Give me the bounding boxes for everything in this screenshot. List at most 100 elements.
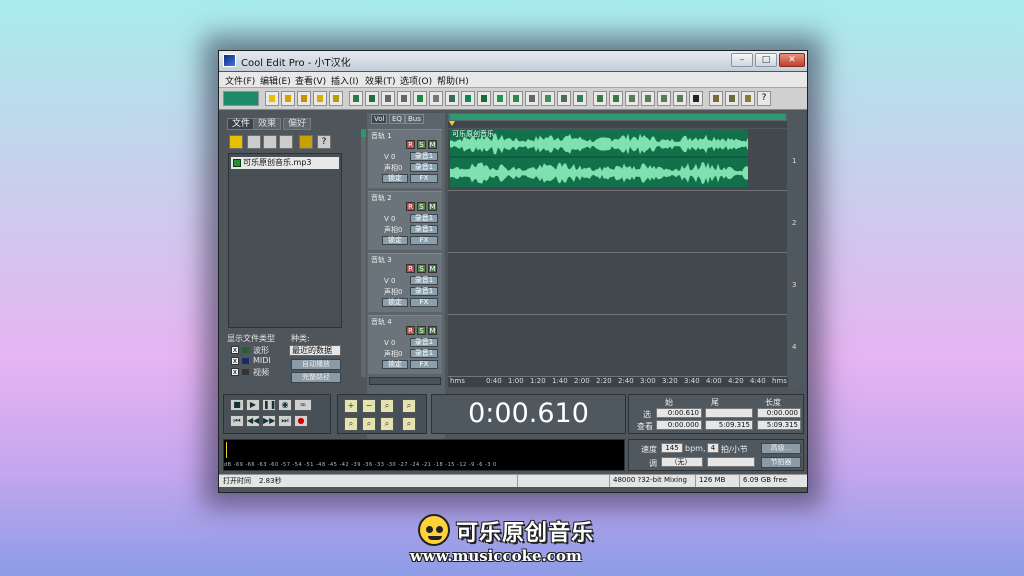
- waveform-mode-button[interactable]: [223, 91, 259, 106]
- input-button[interactable]: 录音1: [410, 214, 438, 223]
- split-icon[interactable]: [493, 91, 507, 106]
- volume-value[interactable]: V 0: [384, 339, 395, 347]
- view-end-field[interactable]: 5:09.315: [705, 420, 753, 430]
- trim-icon[interactable]: [429, 91, 443, 106]
- save-as-icon[interactable]: [313, 91, 327, 106]
- output-button[interactable]: 录音1: [410, 225, 438, 234]
- view-start-field[interactable]: 0:00.000: [656, 420, 702, 430]
- lock-button[interactable]: 锁定: [382, 298, 408, 307]
- mute-button[interactable]: M: [428, 202, 437, 211]
- options-icon[interactable]: [725, 91, 739, 106]
- play-button[interactable]: ▶: [246, 399, 260, 411]
- mute-button[interactable]: M: [428, 264, 437, 273]
- pan-value[interactable]: 声相0: [384, 349, 402, 359]
- close-file-icon[interactable]: [247, 135, 261, 149]
- track-scroll[interactable]: [361, 129, 366, 377]
- solo-button[interactable]: S: [417, 264, 426, 273]
- selection-end-field[interactable]: [705, 408, 753, 418]
- group-icon[interactable]: [541, 91, 555, 106]
- track-panel-scrollbar[interactable]: [369, 377, 441, 385]
- play-file-icon[interactable]: [299, 135, 313, 149]
- zoom-right-icon[interactable]: ⌕: [362, 417, 376, 431]
- output-button[interactable]: 录音1: [410, 349, 438, 358]
- fx-button[interactable]: FX: [410, 298, 438, 307]
- input-button[interactable]: 录音1: [410, 276, 438, 285]
- print-icon[interactable]: [329, 91, 343, 106]
- checkbox-midi[interactable]: x: [231, 357, 239, 365]
- metronome-button[interactable]: 节拍器: [761, 457, 801, 468]
- copy-icon[interactable]: [397, 91, 411, 106]
- brand-url[interactable]: www.musiccoke.com: [410, 547, 582, 565]
- zoom-out-icon[interactable]: −: [362, 399, 376, 413]
- time-select-icon[interactable]: [509, 91, 523, 106]
- fx-button[interactable]: FX: [410, 174, 438, 183]
- edit-file-icon[interactable]: [279, 135, 293, 149]
- scale-select[interactable]: [707, 457, 755, 467]
- audio-clip[interactable]: 可乐原创音乐: [450, 129, 748, 187]
- tempo-field[interactable]: 145: [661, 443, 683, 453]
- go-end-button[interactable]: ⏭: [278, 415, 292, 427]
- loop-icon[interactable]: [477, 91, 491, 106]
- lock-button[interactable]: 锁定: [382, 174, 408, 183]
- snap-icon[interactable]: [461, 91, 475, 106]
- pause-button[interactable]: ❚❚: [262, 399, 276, 411]
- close-button[interactable]: ✕: [779, 53, 805, 67]
- wet-icon[interactable]: [625, 91, 639, 106]
- save-icon[interactable]: [297, 91, 311, 106]
- bass-icon[interactable]: [657, 91, 671, 106]
- envelope-icon[interactable]: [445, 91, 459, 106]
- file-help-icon[interactable]: ?: [317, 135, 331, 149]
- menu-view[interactable]: 查看(V): [295, 74, 326, 87]
- menu-edit[interactable]: 编辑(E): [260, 74, 291, 87]
- tab-effects[interactable]: 效果: [253, 118, 282, 130]
- tab-eq[interactable]: EQ: [389, 114, 405, 124]
- menu-help[interactable]: 帮助(H): [437, 74, 469, 87]
- track-lane-1[interactable]: 可乐原创音乐: [448, 129, 788, 191]
- open-icon[interactable]: [281, 91, 295, 106]
- menu-insert[interactable]: 插入(I): [331, 74, 359, 87]
- tab-favorites[interactable]: 偏好: [283, 118, 312, 130]
- fast-forward-button[interactable]: ▶▶: [262, 415, 276, 427]
- track-scroll-thumb[interactable]: [361, 129, 366, 137]
- normalize-icon[interactable]: [609, 91, 623, 106]
- paste-icon[interactable]: [413, 91, 427, 106]
- zoom-selection-icon[interactable]: ⌕: [380, 417, 394, 431]
- selection-start-field[interactable]: 0:00.610: [656, 408, 702, 418]
- lock-button[interactable]: 锁定: [382, 360, 408, 369]
- track-lane-4[interactable]: [448, 315, 788, 377]
- key-select[interactable]: （无）: [661, 457, 703, 467]
- pan-value[interactable]: 声相0: [384, 287, 402, 297]
- solo-button[interactable]: S: [417, 326, 426, 335]
- record-arm-button[interactable]: R: [406, 202, 415, 211]
- track-lane-3[interactable]: [448, 253, 788, 315]
- solo-button[interactable]: S: [417, 202, 426, 211]
- zoom-full-icon[interactable]: ⌕: [380, 399, 394, 413]
- record-arm-button[interactable]: R: [406, 140, 415, 149]
- phone-icon[interactable]: [573, 91, 587, 106]
- pan-value[interactable]: 声相0: [384, 163, 402, 173]
- device-icon[interactable]: [689, 91, 703, 106]
- lock-button[interactable]: 锁定: [382, 236, 408, 245]
- output-button[interactable]: 录音1: [410, 163, 438, 172]
- tab-vol[interactable]: Vol: [371, 114, 388, 124]
- menu-options[interactable]: 选项(O): [400, 74, 432, 87]
- overview-range[interactable]: [450, 114, 785, 120]
- zoom-left-icon[interactable]: ⌕: [344, 417, 358, 431]
- undo-icon[interactable]: [349, 91, 363, 106]
- volume-value[interactable]: V 0: [384, 215, 395, 223]
- play-to-end-button[interactable]: ◉: [278, 399, 292, 411]
- input-button[interactable]: 录音1: [410, 152, 438, 161]
- time-ruler[interactable]: hms 0:40 1:00 1:20 1:40 2:00 2:20 2:40 3…: [448, 377, 788, 387]
- record-arm-button[interactable]: R: [406, 264, 415, 273]
- open-file-icon[interactable]: [229, 135, 243, 149]
- selection-length-field[interactable]: 0:00.000: [757, 408, 801, 418]
- fx-icon[interactable]: [641, 91, 655, 106]
- mute-button[interactable]: M: [428, 326, 437, 335]
- tab-files[interactable]: 文件: [227, 118, 256, 130]
- noise-icon[interactable]: [593, 91, 607, 106]
- view-length-field[interactable]: 5:09.315: [757, 420, 801, 430]
- multitrack-view[interactable]: 可乐原创音乐: [448, 129, 788, 377]
- mute-button[interactable]: M: [428, 140, 437, 149]
- volume-value[interactable]: V 0: [384, 153, 395, 161]
- tab-bus[interactable]: Bus: [405, 114, 424, 124]
